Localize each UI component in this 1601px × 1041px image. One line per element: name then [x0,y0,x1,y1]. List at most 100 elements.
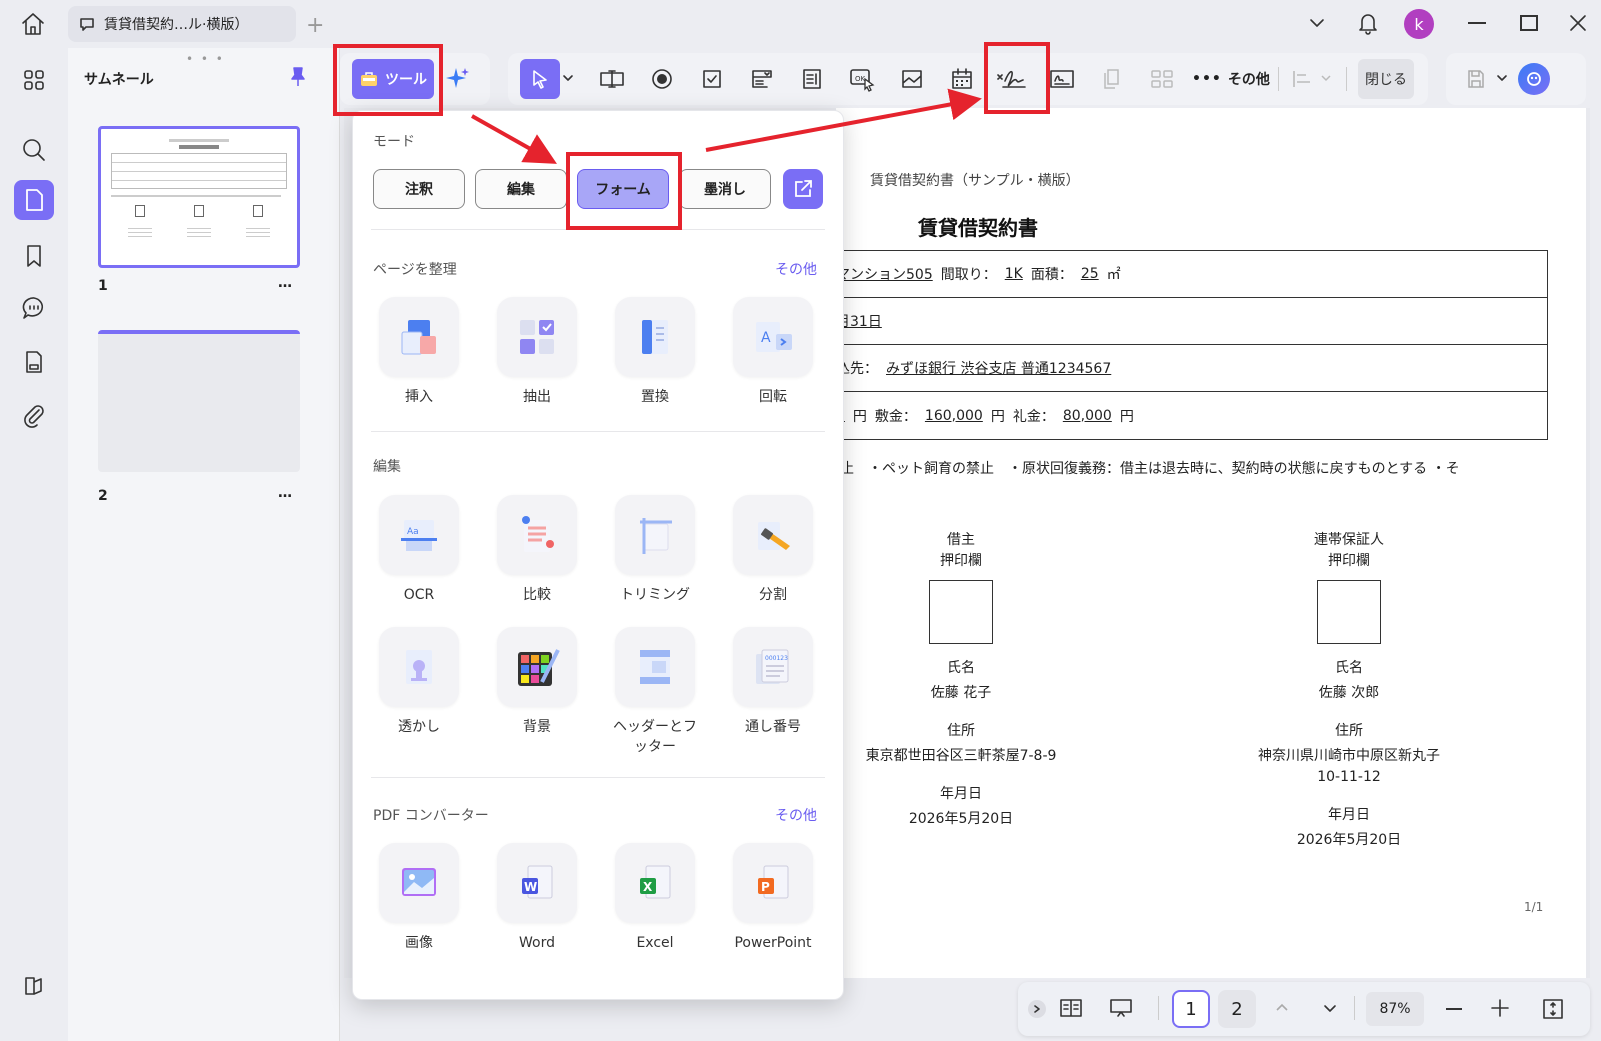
distribute-fields-icon [1142,59,1182,99]
pin-icon[interactable] [290,66,306,88]
panel-toggle-icon[interactable] [14,966,54,1006]
replace-tool[interactable]: 置換 [607,297,703,407]
checkbox-icon[interactable] [692,59,732,99]
convert-powerpoint-tool[interactable]: P PowerPoint [725,843,821,953]
expand-bar-icon[interactable] [1028,1000,1046,1018]
maximize-icon[interactable] [1520,15,1538,31]
ocr-tool[interactable]: Aa OCR [371,495,467,605]
ai-sparkle-icon[interactable] [444,65,472,93]
word-icon: W [522,865,553,899]
page-thumbnail-2[interactable] [98,330,300,472]
convert-word-tool[interactable]: W Word [489,843,585,953]
property-value: マンション505 [836,267,933,283]
crop-label: トリミング [620,587,690,603]
signature-field-icon[interactable] [992,59,1032,99]
guarantor-address-label: 住所 [1335,723,1363,739]
crop-tool[interactable]: トリミング [607,495,703,605]
watermark-tool[interactable]: 透かし [371,627,467,737]
image-field-icon[interactable] [892,59,932,99]
prev-page-icon[interactable] [1274,1000,1290,1014]
background-tool[interactable]: 背景 [489,627,585,737]
home-icon[interactable] [18,10,48,38]
apps-grid-icon[interactable] [14,60,54,100]
document-tab[interactable]: 賃貸借契約…ル·横版） [68,6,296,42]
edit-section-title: 編集 [373,459,401,475]
open-external-icon[interactable] [783,169,823,209]
pointer-dropdown-icon[interactable] [562,73,574,83]
area-value: 25 [1080,266,1099,282]
search-icon[interactable] [14,130,54,170]
zoom-in-icon[interactable] [1488,996,1512,1020]
bookmark-icon[interactable] [14,236,54,276]
page-2-more-icon[interactable]: … [278,485,292,501]
select-pointer-icon[interactable] [520,59,560,99]
bates-number-tool[interactable]: 000123 通し番号 [725,627,821,737]
key-money-value: 80,000 [1062,407,1112,424]
section-divider [371,229,825,230]
page-button-2[interactable]: 2 [1218,990,1256,1028]
comments-icon[interactable] [14,288,54,328]
insert-tool[interactable]: 挿入 [371,297,467,407]
tools-group: ツール [340,53,490,105]
organize-more-link[interactable]: その他 [775,259,817,279]
split-tool[interactable]: 分割 [725,495,821,605]
next-page-icon[interactable] [1322,1002,1338,1016]
convert-excel-tool[interactable]: X Excel [607,843,703,953]
page-1-more-icon[interactable]: … [278,275,292,291]
area-label: 面積： [1030,267,1073,283]
new-tab-icon[interactable]: + [306,13,324,38]
digital-signature-icon[interactable] [1042,59,1082,99]
dropdown-field-icon[interactable] [742,59,782,99]
thumbnail-panel: • • • サムネール 1 … 2 … [68,48,340,1041]
extract-label: 抽出 [523,389,551,405]
presentation-icon[interactable] [1108,996,1134,1020]
ellipsis-icon: ••• [1192,71,1222,87]
minimize-icon[interactable] [1468,22,1486,24]
close-form-mode-button[interactable]: 閉じる [1358,59,1414,99]
insert-label: 挿入 [405,389,433,405]
forms-page-icon[interactable] [14,342,54,382]
svg-text:A: A [761,330,771,346]
ai-assistant-icon[interactable] [1518,63,1550,95]
page-thumbnail-1[interactable] [98,126,300,268]
two-page-view-icon[interactable] [1058,996,1084,1020]
bell-icon[interactable] [1356,10,1380,36]
avatar[interactable]: k [1404,9,1434,39]
document-header: 賃貸借契約書（サンプル・横版） [870,173,1080,189]
converter-more-link[interactable]: その他 [775,805,817,825]
page-button-1[interactable]: 1 [1172,990,1210,1028]
zoom-out-icon[interactable] [1446,1008,1462,1010]
rotate-tool[interactable]: A 回転 [725,297,821,407]
save-dropdown-icon[interactable] [1496,73,1508,83]
insert-pages-icon [401,320,436,355]
rotate-label: 回転 [759,389,787,405]
date-field-icon[interactable] [942,59,982,99]
mode-annotate-button[interactable]: 注釈 [373,169,465,209]
list-box-icon[interactable] [792,59,832,99]
compare-tool[interactable]: 比較 [489,495,585,605]
chevron-down-icon[interactable] [1308,16,1326,30]
mode-section-title: モード [373,134,415,150]
save-icon[interactable] [1456,59,1496,99]
close-window-icon[interactable] [1568,13,1588,33]
convert-image-tool[interactable]: 画像 [371,843,467,953]
organize-section-title: ページを整理 [373,262,457,278]
radio-button-icon[interactable] [642,59,682,99]
ok-button-field-icon[interactable]: OK [842,59,882,99]
tools-button[interactable]: ツール [352,59,434,99]
text-field-icon[interactable] [592,59,632,99]
extract-tool[interactable]: 抽出 [489,297,585,407]
thumbnail-page-icon[interactable] [14,180,54,220]
mode-edit-button[interactable]: 編集 [475,169,567,209]
zoom-level[interactable]: 87% [1366,992,1424,1026]
header-footer-tool[interactable]: ヘッダーとフッター [607,627,703,757]
guarantor-date: 2026年5月20日 [1296,832,1402,848]
drag-handle[interactable]: • • • [186,52,225,66]
mode-redact-button[interactable]: 墨消し [679,169,771,209]
attachment-icon[interactable] [14,396,54,436]
more-tools-button[interactable]: ••• その他 [1192,65,1270,93]
mode-form-button[interactable]: フォーム [577,169,669,209]
fit-page-icon[interactable] [1540,996,1566,1022]
tenant-seal-box [929,580,993,644]
svg-text:X: X [643,880,653,894]
